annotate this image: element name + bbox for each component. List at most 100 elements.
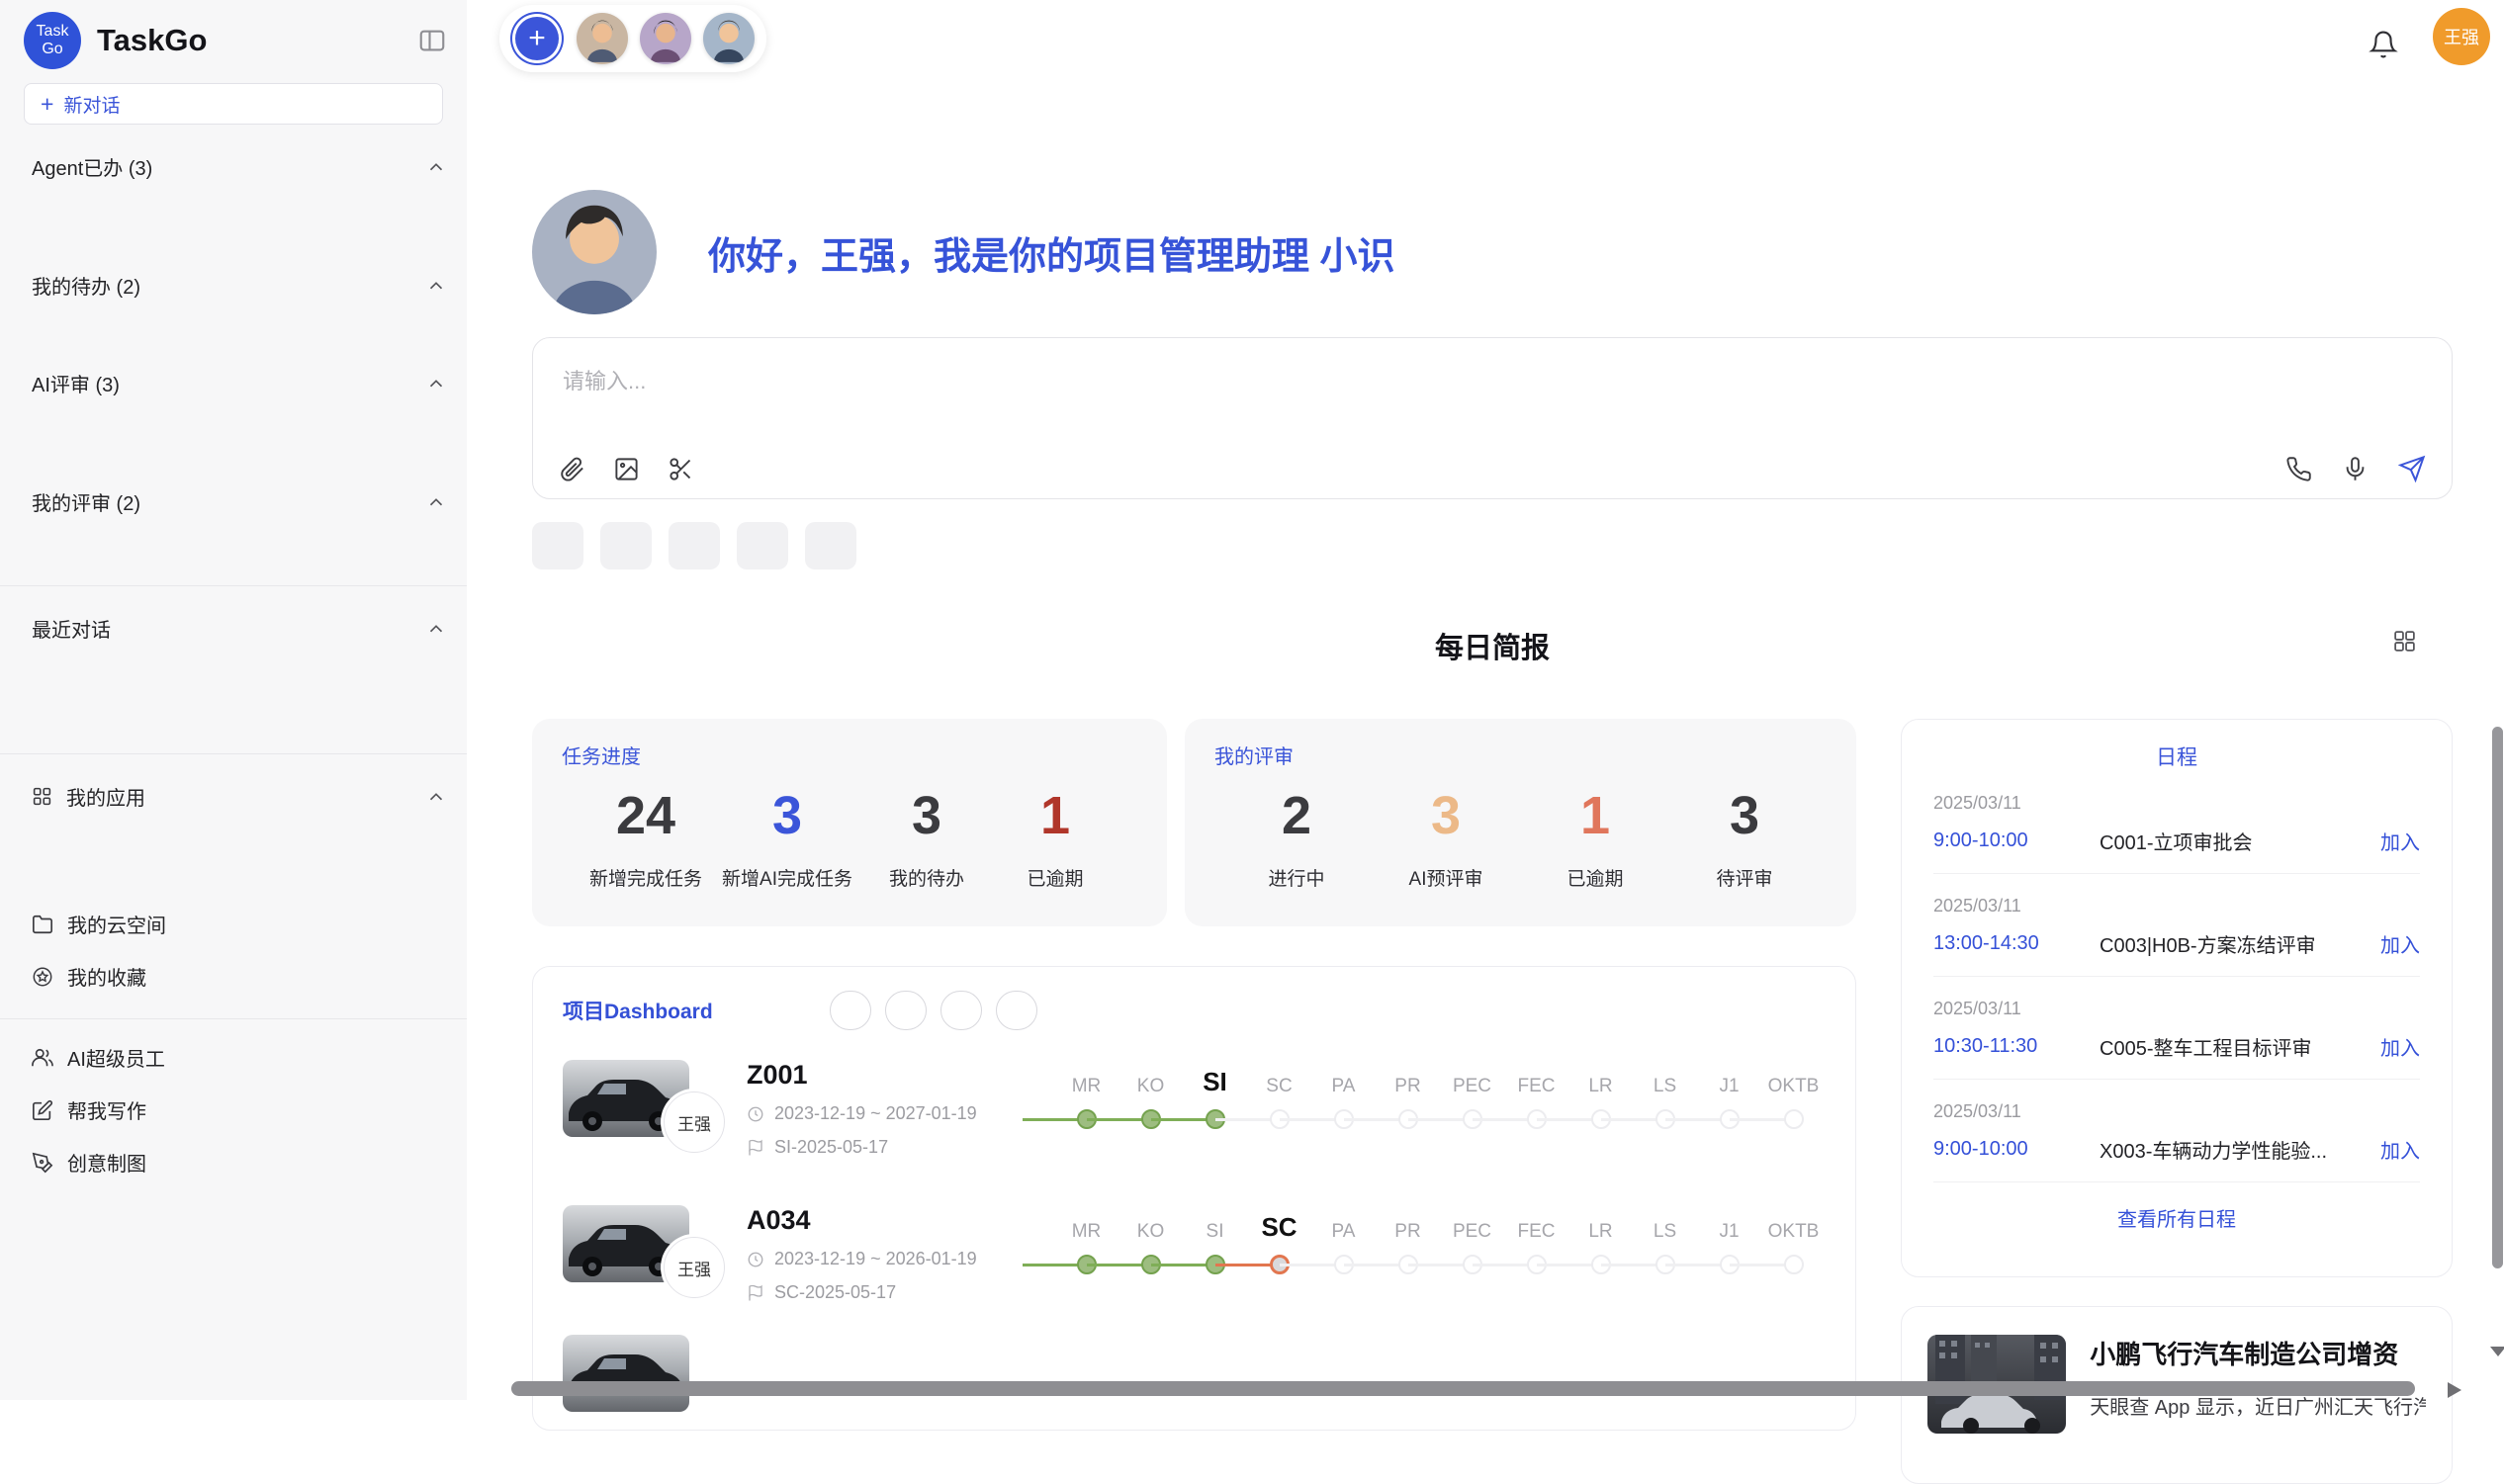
- layout-grid-icon[interactable]: [2392, 629, 2417, 654]
- sidebar-item-cloud-space[interactable]: 我的云空间: [32, 910, 447, 938]
- divider: [0, 1018, 467, 1019]
- chevron-up-icon[interactable]: [425, 373, 447, 394]
- suggestion-chips: [532, 522, 856, 569]
- project-row[interactable]: 王强 A034 2023-12-19 ~ 2026-01-19 SC-2025-…: [533, 1176, 1855, 1321]
- dashboard-tab[interactable]: [830, 991, 871, 1030]
- sidebar-item-ai-super-staff[interactable]: AI超级员工: [32, 1043, 447, 1072]
- stat-label: 待评审: [1690, 864, 1799, 891]
- schedule-date: 2025/03/11: [1933, 793, 2420, 814]
- section-items: [32, 537, 447, 558]
- task-group: 我的待办 (2): [32, 271, 447, 341]
- schedule-item: 2025/03/11 9:00-10:00 X003-车辆动力学性能验... 加…: [1933, 1080, 2420, 1182]
- project-name: Z001: [747, 1060, 1035, 1091]
- stat-value: 2: [1242, 785, 1351, 846]
- project-dates: 2023-12-19 ~ 2026-01-19: [747, 1249, 1035, 1269]
- project-row[interactable]: 王强 Z001 2023-12-19 ~ 2027-01-19 SI-2025-…: [533, 1030, 1855, 1176]
- sidebar-item-favorites[interactable]: 我的收藏: [32, 962, 447, 991]
- section-header[interactable]: AI评审 (3): [32, 369, 447, 397]
- milestone: KO: [1118, 1205, 1183, 1280]
- schedule-list: 2025/03/11 9:00-10:00 C001-立项审批会 加入 2025…: [1933, 771, 2420, 1182]
- suggestion-chip[interactable]: [600, 522, 652, 569]
- milestone: SC: [1247, 1205, 1311, 1280]
- vertical-scrollbar[interactable]: [2492, 727, 2503, 1268]
- image-icon[interactable]: [613, 456, 640, 482]
- milestone-label: PR: [1394, 1060, 1420, 1097]
- milestone: PEC: [1440, 1060, 1504, 1135]
- stat-card-my-reviews: 我的评审 2 进行中 3 AI预评审 1 已逾期 3: [1185, 719, 1856, 926]
- dashboard-tab[interactable]: [996, 991, 1037, 1030]
- stat: 3 我的待办: [872, 785, 981, 891]
- milestone: KO: [1118, 1060, 1183, 1135]
- project-rows: 王强 Z001 2023-12-19 ~ 2027-01-19 SI-2025-…: [533, 1030, 1855, 1321]
- milestone: J1: [1697, 1060, 1761, 1135]
- join-link[interactable]: 加入: [2380, 1032, 2420, 1061]
- stat-value: 1: [1001, 785, 1110, 846]
- chevron-up-icon[interactable]: [425, 275, 447, 297]
- section-header[interactable]: 我的评审 (2): [32, 487, 447, 516]
- chevron-up-icon[interactable]: [425, 618, 447, 640]
- horizontal-scrollbar[interactable]: [511, 1381, 2415, 1396]
- clock-icon: [747, 1251, 764, 1268]
- ai-super-staff-label: AI超级员工: [67, 1043, 165, 1072]
- suggestion-chip[interactable]: [805, 522, 856, 569]
- sidebar-item-creative-drawing[interactable]: 创意制图: [32, 1148, 447, 1177]
- task-group: AI评审 (3): [32, 369, 447, 460]
- scroll-right-arrow[interactable]: [2448, 1382, 2461, 1398]
- milestone: LS: [1633, 1205, 1697, 1280]
- section-title: 我的待办 (2): [32, 271, 140, 300]
- dashboard-tab[interactable]: [940, 991, 982, 1030]
- milestone-label: OKTB: [1768, 1060, 1820, 1097]
- view-all-schedule-link[interactable]: 查看所有日程: [1933, 1182, 2420, 1253]
- chevron-up-icon[interactable]: [425, 156, 447, 178]
- milestone: LS: [1633, 1060, 1697, 1135]
- join-link[interactable]: 加入: [2380, 1135, 2420, 1164]
- milestone-label: LS: [1654, 1060, 1676, 1097]
- milestone: LR: [1568, 1205, 1633, 1280]
- suggestion-chip[interactable]: [669, 522, 720, 569]
- sidebar-collapse-icon[interactable]: [417, 26, 447, 55]
- dashboard-tab[interactable]: [885, 991, 927, 1030]
- recent-chats-header[interactable]: 最近对话: [32, 614, 447, 643]
- plus-icon: +: [41, 93, 53, 116]
- task-group: Agent已办 (3): [32, 152, 447, 243]
- phone-icon[interactable]: [2285, 456, 2312, 482]
- section-header[interactable]: 我的待办 (2): [32, 271, 447, 300]
- stat-grid: 24 新增完成任务 3 新增AI完成任务 3 我的待办 1 已逾期: [562, 785, 1137, 891]
- new-chat-button[interactable]: + 新对话: [24, 83, 443, 125]
- schedule-time: 13:00-14:30: [1933, 932, 2100, 955]
- suggestion-chip[interactable]: [737, 522, 788, 569]
- paperclip-icon[interactable]: [559, 456, 585, 482]
- chevron-up-icon[interactable]: [425, 491, 447, 513]
- stat-label: 我的待办: [872, 864, 981, 891]
- join-link[interactable]: 加入: [2380, 827, 2420, 855]
- recent-chats-title: 最近对话: [32, 614, 111, 643]
- my-apps-header[interactable]: 我的应用: [32, 782, 447, 811]
- stat-card-title: 任务进度: [562, 741, 1137, 769]
- chevron-up-icon[interactable]: [425, 786, 447, 808]
- join-link[interactable]: 加入: [2380, 929, 2420, 958]
- microphone-icon[interactable]: [2342, 456, 2369, 482]
- milestone-label: OKTB: [1768, 1205, 1820, 1243]
- project-row-peek: [533, 1321, 1855, 1430]
- stat-value: 3: [1690, 785, 1799, 846]
- suggestion-chip[interactable]: [532, 522, 583, 569]
- milestone-label: KO: [1137, 1205, 1164, 1243]
- section-title: 我的评审 (2): [32, 487, 140, 516]
- section-header[interactable]: Agent已办 (3): [32, 152, 447, 181]
- scroll-down-arrow[interactable]: [2490, 1347, 2504, 1356]
- milestone: PA: [1311, 1205, 1376, 1280]
- send-icon[interactable]: [2398, 455, 2426, 482]
- divider: [0, 585, 467, 586]
- scissors-icon[interactable]: [668, 456, 694, 482]
- milestone-label: PA: [1332, 1205, 1356, 1243]
- sidebar-item-help-me-write[interactable]: 帮我写作: [32, 1095, 447, 1124]
- write-icon: [32, 1099, 53, 1121]
- chat-input[interactable]: [533, 338, 2452, 429]
- schedule-date: 2025/03/11: [1933, 999, 2420, 1019]
- milestone-label: J1: [1719, 1060, 1739, 1097]
- project-owner-avatar: 王强: [664, 1237, 725, 1298]
- section-title: AI评审 (3): [32, 369, 120, 397]
- milestone-label: LS: [1654, 1205, 1676, 1243]
- schedule-event-title: C003|H0B-方案冻结评审: [2100, 929, 2380, 958]
- dashboard-header: 项目Dashboard: [533, 967, 1855, 1030]
